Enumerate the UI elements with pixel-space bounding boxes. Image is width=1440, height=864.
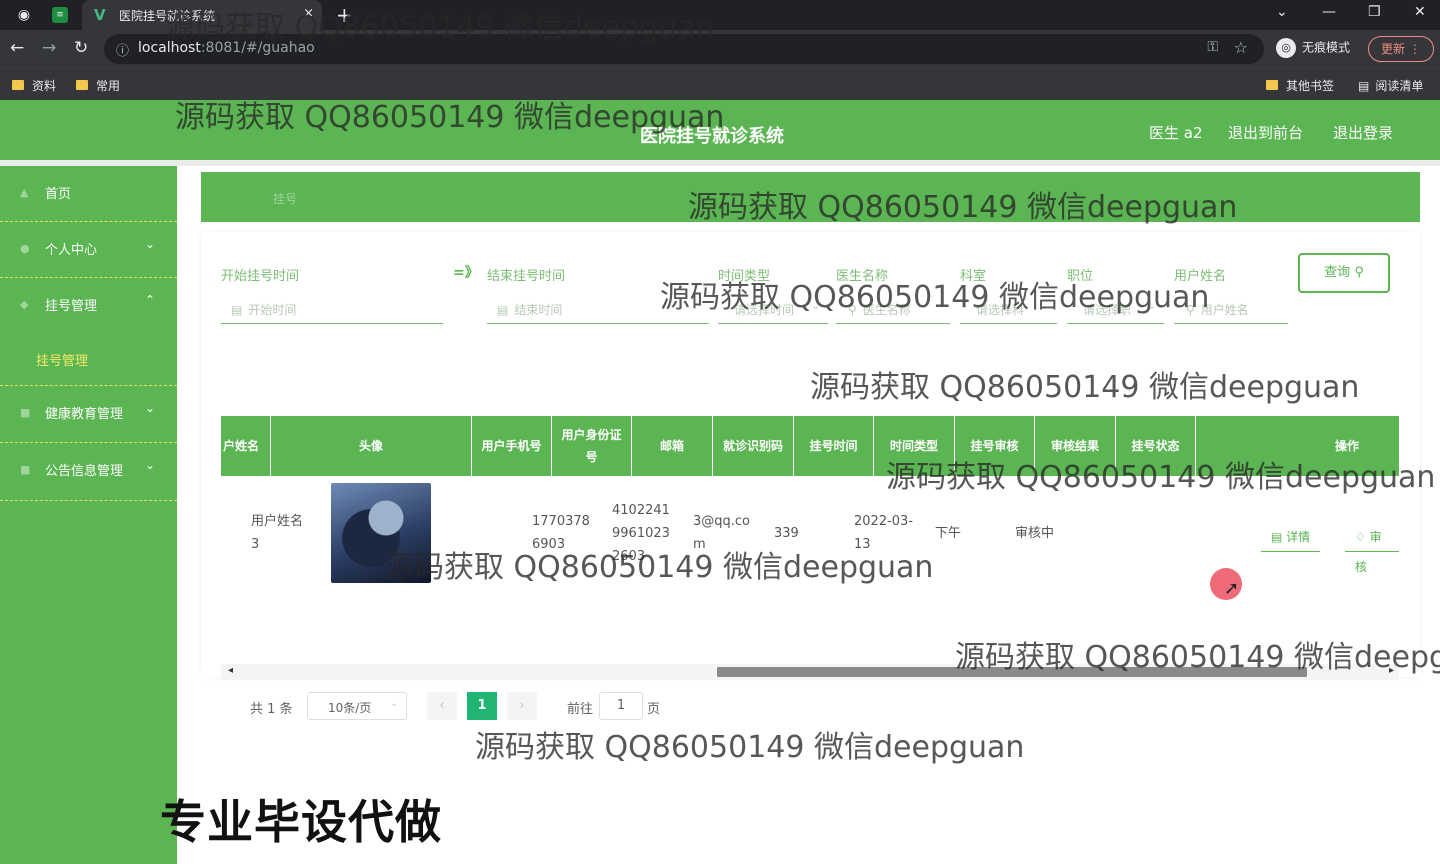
document-icon: ▤ <box>1271 530 1283 544</box>
sidebar-subitem-label: 挂号管理 <box>36 354 89 369</box>
minimize-icon[interactable]: — <box>1322 4 1336 20</box>
chevron-down-icon: ⌄ <box>390 699 398 709</box>
mouse-cursor-icon: ➚ <box>1224 578 1240 599</box>
breadcrumb-item[interactable]: 挂号 <box>273 190 297 207</box>
column-header[interactable]: 挂号时间 <box>794 416 874 476</box>
sidebar-item-registration[interactable]: ◆ 挂号管理 ⌃ <box>0 278 177 334</box>
end-time-label: 结束挂号时间 <box>487 269 566 284</box>
forward-icon[interactable]: → <box>42 38 56 58</box>
user-icon: ● <box>20 242 30 255</box>
folder-icon <box>76 80 88 90</box>
folder-icon <box>12 80 24 90</box>
site-info-icon[interactable]: ⓘ <box>116 40 129 59</box>
search-icon: ⚲ <box>1354 265 1364 280</box>
query-button[interactable]: 查询 ⚲ <box>1298 253 1390 293</box>
page-number-current[interactable]: 1 <box>467 692 497 720</box>
column-header[interactable]: 用户身份证号 <box>552 416 632 476</box>
watermark: 源码获取 QQ86050149 微信deepguan <box>384 550 934 585</box>
prev-page-button[interactable]: ‹ <box>427 692 457 720</box>
incognito-indicator[interactable]: ◎ 无痕模式 <box>1276 38 1350 58</box>
reload-icon[interactable]: ↻ <box>74 38 88 58</box>
column-header[interactable]: 用户手机号 <box>472 416 552 476</box>
pagination: 共 1 条 10条/页 ⌄ ‹ 1 › 前往 1 页 <box>225 690 825 720</box>
watermark: 源码获取 QQ86050149 微信deepguan <box>475 730 1025 765</box>
page-unit-label: 页 <box>647 702 661 717</box>
sidebar-item-home[interactable]: ▲ 首页 <box>0 166 177 222</box>
sidebar-item-label: 个人中心 <box>45 243 98 258</box>
tab-search-icon[interactable]: ⌄ <box>1276 4 1288 20</box>
sidebar-item-label: 挂号管理 <box>45 299 98 314</box>
bookmark-star-icon[interactable]: ☆ <box>1234 38 1248 57</box>
home-icon: ▲ <box>20 186 29 199</box>
next-page-button[interactable]: › <box>507 692 537 720</box>
current-user: 医生 a2 <box>1149 124 1203 142</box>
bookmark-folder-0[interactable]: 资料 <box>12 77 56 94</box>
audit-button[interactable]: ♢ 审核 <box>1345 522 1399 574</box>
scroll-left-arrow-icon[interactable]: ◂ <box>228 665 233 676</box>
password-key-icon[interactable]: ⚿ <box>1207 39 1218 55</box>
maximize-icon[interactable]: ❐ <box>1368 4 1381 20</box>
exit-to-front-link[interactable]: 退出到前台 <box>1228 122 1303 143</box>
vue-icon: V <box>94 6 106 24</box>
goto-page-input[interactable]: 1 <box>599 692 643 720</box>
cell-time-type: 下午 <box>935 526 962 541</box>
register-icon: ◆ <box>20 298 29 311</box>
watermark-clip: 源码获取 QQ86050149 微信deepguan <box>955 632 1440 676</box>
sidebar-item-notice[interactable]: ■ 公告信息管理 ⌄ <box>0 443 177 501</box>
column-header[interactable]: 邮箱 <box>632 416 713 476</box>
calendar-icon: ▤ <box>497 303 509 317</box>
column-header[interactable]: 就诊识别码 <box>713 416 794 476</box>
cell-user-name: 用户姓名3 <box>251 514 304 552</box>
chevron-down-icon: ⌄ <box>145 458 156 472</box>
incognito-icon: ◎ <box>1276 38 1296 58</box>
sidebar-item-label: 公告信息管理 <box>45 464 124 479</box>
sidebar-item-label: 首页 <box>45 187 72 202</box>
reading-list[interactable]: ▤ 阅读清单 <box>1358 77 1423 94</box>
chevron-down-icon: ⌄ <box>145 401 156 415</box>
range-separator: =》 <box>453 265 479 281</box>
update-button[interactable]: 更新 ⋮ <box>1368 36 1434 62</box>
cell-review: 审核中 <box>1015 526 1055 541</box>
calendar-icon: ▤ <box>231 303 243 317</box>
back-icon[interactable]: ← <box>10 38 24 58</box>
detail-button[interactable]: ▤ 详情 <box>1261 522 1321 552</box>
start-time-label: 开始挂号时间 <box>221 269 300 284</box>
window-close-icon[interactable]: ✕ <box>1414 4 1426 20</box>
watermark: 源码获取 QQ86050149 微信deepguan <box>660 280 1210 315</box>
watermark: 源码获取 QQ86050149 微信deepguan <box>955 640 1440 675</box>
chevron-up-icon: ⌃ <box>145 293 156 307</box>
column-header[interactable]: 头像 <box>271 416 472 476</box>
sidebar-subitem-registration[interactable]: 挂号管理 <box>0 334 177 386</box>
folder-icon <box>1266 80 1278 90</box>
watermark: 源码获取 QQ86050149 微信deepguan <box>688 190 1238 225</box>
query-button-label: 查询 <box>1324 265 1351 280</box>
thumb-icon: ♢ <box>1355 530 1366 544</box>
sidebar-item-label: 健康教育管理 <box>45 407 124 422</box>
start-time-input[interactable]: ▤ 开始时间 <box>221 294 443 324</box>
page-size-select[interactable]: 10条/页 ⌄ <box>307 692 407 720</box>
browser-globe-icon[interactable]: ◉ <box>14 5 34 25</box>
bookmark-folder-1[interactable]: 常用 <box>76 77 120 94</box>
sidebar-item-personal-center[interactable]: ● 个人中心 ⌄ <box>0 222 177 278</box>
reading-list-icon: ▤ <box>1358 79 1370 93</box>
other-bookmarks[interactable]: 其他书签 <box>1266 77 1334 94</box>
sidebar: ▲ 首页 ● 个人中心 ⌄ ◆ 挂号管理 ⌃ 挂号管理 ■ 健康教育管理 ⌄ ■… <box>0 166 177 864</box>
watermark: 源码获取 QQ86050149 微信deepguan <box>886 460 1436 495</box>
watermark: 源码获取 QQ86050149 微信deepguan <box>810 370 1360 405</box>
watermark: 源码获取 QQ86050149 微信deepguan <box>165 10 715 45</box>
notice-icon: ■ <box>20 463 31 476</box>
watermark: 源码获取 QQ86050149 微信deepguan <box>175 100 725 135</box>
column-header[interactable]: 户姓名 <box>221 416 271 476</box>
logout-link[interactable]: 退出登录 <box>1333 122 1393 143</box>
sidebar-item-health-education[interactable]: ■ 健康教育管理 ⌄ <box>0 386 177 443</box>
chevron-down-icon: ⌄ <box>145 237 156 251</box>
promo-overlay-text: 专业毕设代做 <box>160 795 442 849</box>
health-icon: ■ <box>20 406 31 419</box>
goto-label: 前往 <box>567 702 594 717</box>
pagination-total: 共 1 条 <box>250 702 293 717</box>
app-tab-icon[interactable]: ≡ <box>52 7 68 23</box>
